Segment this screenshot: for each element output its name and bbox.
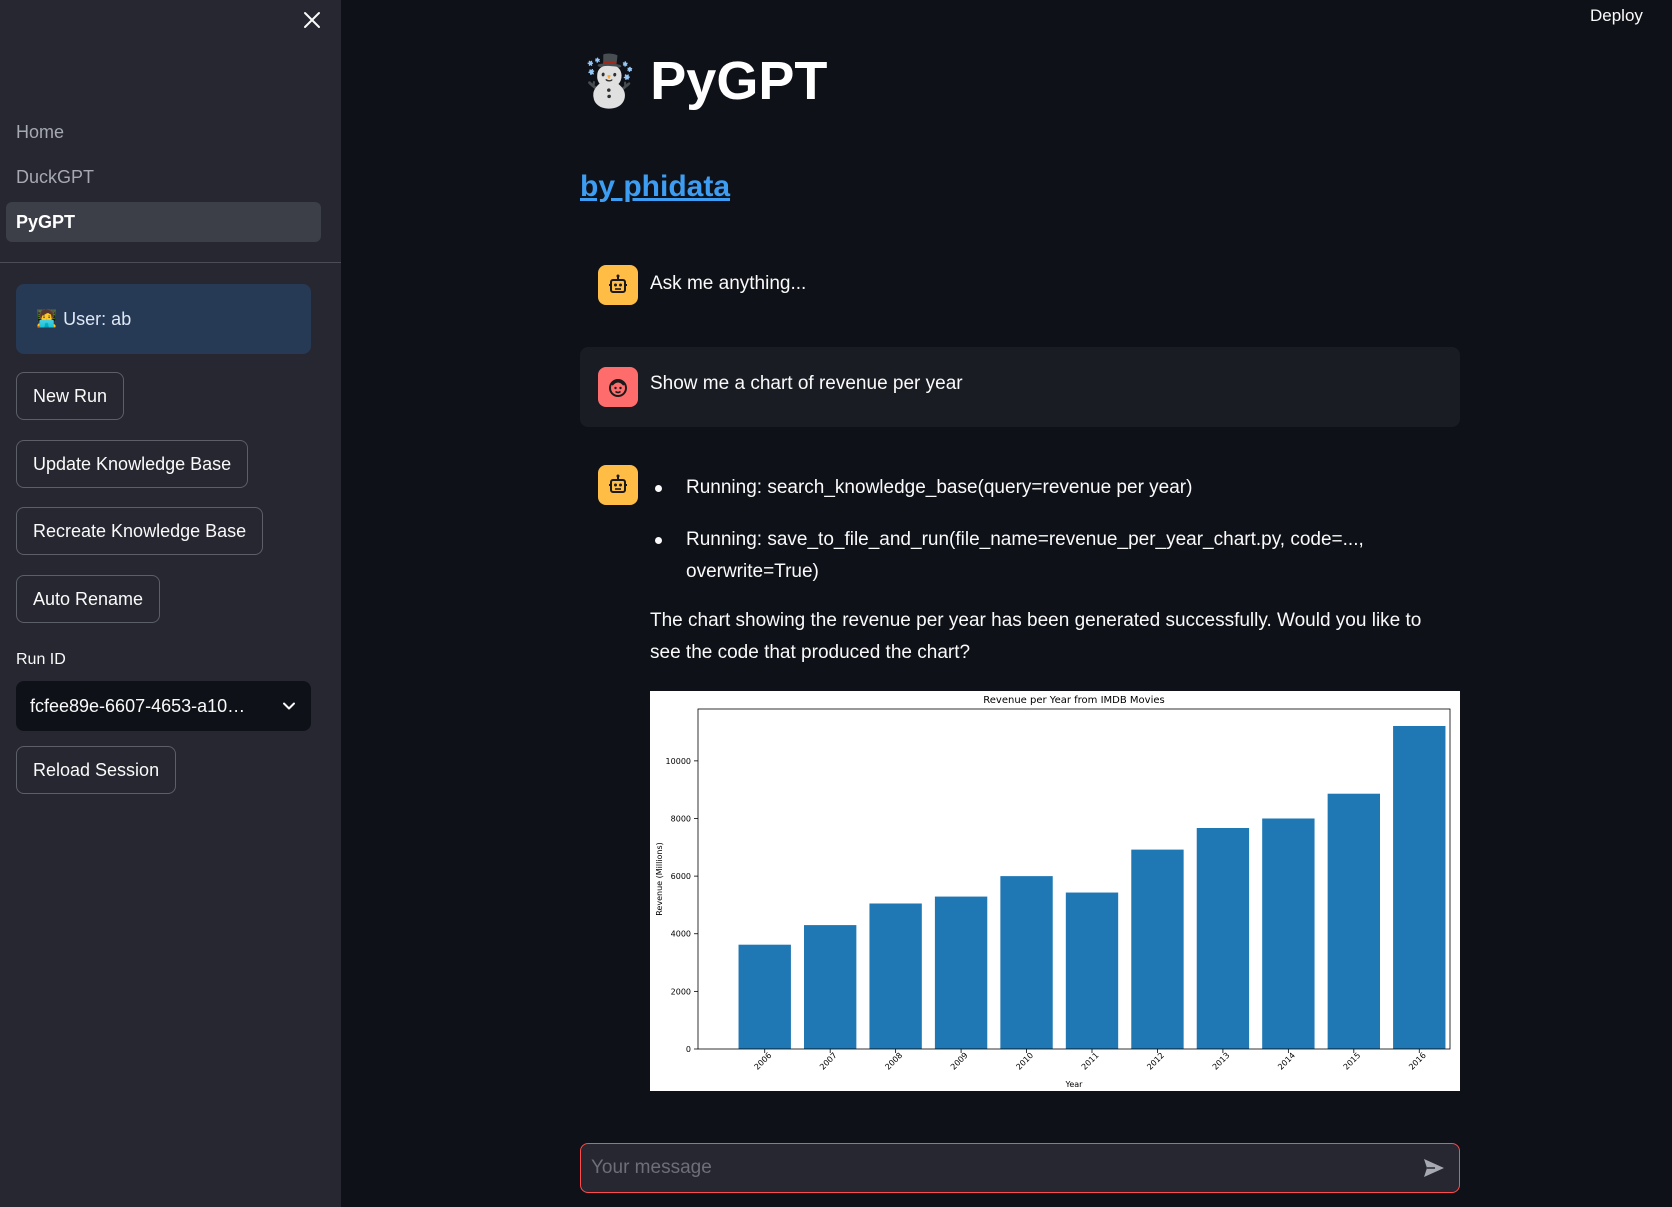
- bar: [738, 944, 791, 1049]
- chevron-down-icon: [283, 702, 295, 710]
- robot-icon: [609, 474, 627, 493]
- bar: [1262, 818, 1315, 1049]
- x-tick-label: 2008: [883, 1051, 904, 1072]
- x-tick-label: 2012: [1145, 1051, 1166, 1072]
- send-button[interactable]: [1419, 1153, 1449, 1183]
- chart-svg: Revenue per Year from IMDB Movies 0 2000 40…: [655, 695, 1451, 1089]
- x-tick-label: 2015: [1342, 1051, 1363, 1072]
- user-info-box: 🧑‍💻 User: ab: [16, 284, 311, 354]
- x-tick-label: 2013: [1211, 1051, 1232, 1072]
- bar: [1196, 828, 1250, 1049]
- x-tick-label: 2011: [1080, 1051, 1101, 1072]
- x-tick-label: 2009: [949, 1051, 970, 1072]
- y-tick-label: 4000: [671, 930, 691, 939]
- sidebar-nav: Home DuckGPT PyGPT: [6, 112, 321, 247]
- chat-input[interactable]: [591, 1157, 1419, 1179]
- snowman-icon: ☃️: [578, 52, 641, 109]
- x-axis-label: Year: [1065, 1080, 1084, 1089]
- tool-call-item: Running: search_knowledge_base(query=rev…: [650, 472, 1450, 504]
- run-id-value: fcfee89e-6607-4653-a10…: [30, 695, 246, 716]
- deploy-button[interactable]: Deploy: [1590, 6, 1643, 26]
- x-tick-label: 2016: [1407, 1051, 1428, 1072]
- user-emoji-icon: 🧑‍💻: [36, 309, 58, 328]
- user-message-text: Show me a chart of revenue per year: [650, 373, 963, 394]
- x-tick-label: 2014: [1276, 1051, 1297, 1072]
- x-tick-label: 2007: [818, 1051, 839, 1072]
- bar: [869, 903, 922, 1049]
- y-tick-label: 6000: [671, 872, 691, 881]
- y-tick-label: 8000: [671, 814, 691, 823]
- run-id-select[interactable]: fcfee89e-6607-4653-a10…: [16, 681, 311, 731]
- auto-rename-button[interactable]: Auto Rename: [16, 575, 161, 623]
- page-title: ☃️ PyGPT: [578, 50, 827, 112]
- x-tick-label: 2006: [753, 1051, 774, 1072]
- y-axis-label: Revenue (Millions): [655, 842, 664, 916]
- close-icon: [304, 12, 320, 28]
- sidebar-item-pygpt[interactable]: PyGPT: [6, 202, 321, 242]
- sidebar: Home DuckGPT PyGPT 🧑‍💻 User: ab New Run …: [0, 0, 341, 1207]
- page-title-text: PyGPT: [650, 51, 828, 111]
- bar: [1393, 726, 1446, 1049]
- bar: [1065, 892, 1119, 1049]
- bot-avatar: [598, 265, 638, 305]
- bar: [1327, 793, 1380, 1049]
- bar: [1000, 876, 1053, 1049]
- user-label: User: ab: [63, 308, 132, 329]
- update-knowledge-base-button[interactable]: Update Knowledge Base: [16, 440, 249, 488]
- recreate-knowledge-base-button[interactable]: Recreate Knowledge Base: [16, 507, 264, 555]
- close-sidebar-button[interactable]: [298, 6, 326, 34]
- reload-session-button[interactable]: Reload Session: [16, 746, 177, 794]
- by-phidata-link[interactable]: by phidata: [580, 170, 730, 204]
- revenue-chart: Revenue per Year from IMDB Movies 0 2000 40…: [650, 691, 1460, 1091]
- bar: [1131, 849, 1184, 1049]
- y-tick-label: 10000: [666, 757, 691, 766]
- x-tick-label: 2010: [1014, 1051, 1035, 1072]
- user-avatar: [598, 367, 638, 407]
- y-tick-label: 2000: [671, 987, 691, 996]
- bar: [804, 925, 857, 1049]
- bot-avatar: [598, 465, 638, 505]
- robot-icon: [609, 274, 627, 293]
- tool-call-list: Running: search_knowledge_base(query=rev…: [650, 472, 1450, 608]
- run-id-label: Run ID: [16, 651, 66, 668]
- bot-greeting-message: Ask me anything...: [650, 273, 807, 294]
- sidebar-item-home[interactable]: Home: [6, 112, 321, 152]
- chat-input-box: [580, 1143, 1460, 1193]
- y-tick-label: 0: [686, 1045, 691, 1054]
- tool-call-item: Running: save_to_file_and_run(file_name=…: [650, 524, 1450, 588]
- face-icon: [609, 379, 627, 397]
- chart-title: Revenue per Year from IMDB Movies: [983, 695, 1164, 706]
- send-icon: [1424, 1159, 1444, 1177]
- sidebar-item-duckgpt[interactable]: DuckGPT: [6, 157, 321, 197]
- new-run-button[interactable]: New Run: [16, 372, 125, 420]
- bot-reply-text: The chart showing the revenue per year h…: [650, 610, 1422, 663]
- sidebar-divider: [0, 262, 341, 263]
- bar: [934, 896, 988, 1049]
